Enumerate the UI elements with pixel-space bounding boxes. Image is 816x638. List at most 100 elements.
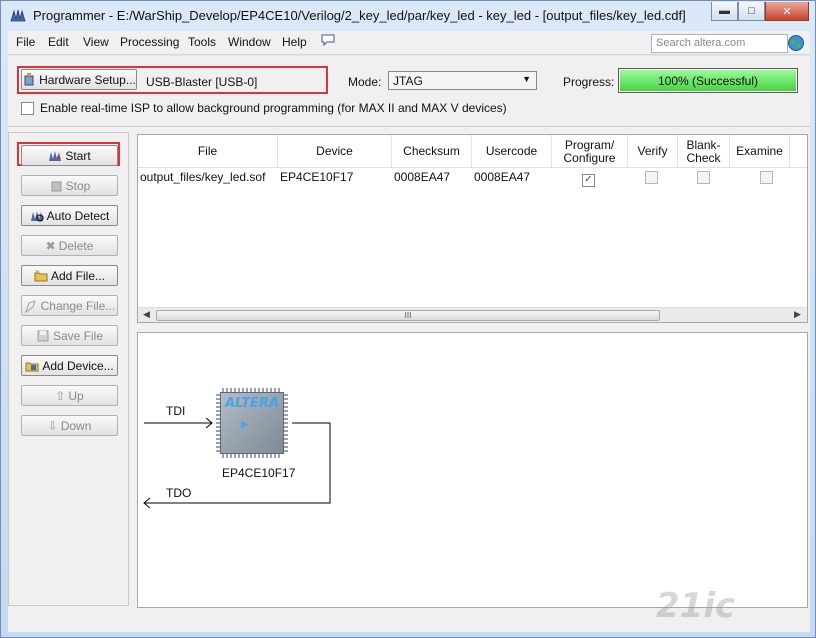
save-file-button[interactable]: Save File (21, 325, 118, 346)
window-controls: ▬ □ ✕ (711, 2, 809, 21)
auto-detect-button[interactable]: Auto Detect (21, 205, 118, 226)
cell-checksum: 0008EA47 (394, 170, 451, 184)
window-title: Programmer - E:/WarShip_Develop/EP4CE10/… (33, 8, 686, 23)
tdo-label: TDO (166, 486, 192, 500)
column-header-checksum[interactable]: Checksum (392, 135, 472, 168)
delete-label: Delete (58, 238, 94, 253)
column-header-file[interactable]: File (138, 135, 278, 168)
minimize-icon: ▬ (719, 5, 730, 17)
table-header: File Device Checksum Usercode Program/ C… (138, 135, 807, 168)
add-file-label: Add File... (50, 268, 106, 283)
tdi-label: TDI (166, 404, 186, 418)
add-file-button[interactable]: Add File... (21, 265, 118, 286)
client-area: Hardware Setup... USB-Blaster [USB-0] Mo… (8, 56, 810, 632)
add-file-icon (34, 269, 48, 281)
menu-help[interactable]: Help (282, 35, 307, 49)
menu-view[interactable]: View (83, 35, 109, 49)
save-file-icon (37, 330, 49, 341)
fpga-chip[interactable]: ALTERA ▶ (216, 388, 288, 458)
up-button[interactable]: ⇧ Up (21, 385, 118, 406)
blank-check-header-text: Blank- Check (686, 137, 721, 165)
hardware-value: USB-Blaster [USB-0] (146, 75, 258, 89)
auto-detect-icon (30, 210, 44, 222)
column-header-program-configure[interactable]: Program/ Configure (552, 135, 628, 168)
close-button[interactable]: ✕ (765, 2, 809, 21)
program-configure-checkbox[interactable]: ✓ (582, 171, 595, 187)
mode-label: Mode: (348, 75, 382, 89)
hardware-icon (24, 72, 34, 85)
close-icon: ✕ (782, 5, 792, 18)
menu-edit[interactable]: Edit (48, 35, 69, 49)
cell-device: EP4CE10F17 (280, 170, 354, 184)
down-icon: ⇩ (47, 418, 58, 433)
down-button[interactable]: ⇩ Down (21, 415, 118, 436)
programmer-window: Programmer - E:/WarShip_Develop/EP4CE10/… (0, 0, 816, 638)
save-file-label: Save File (52, 328, 104, 343)
start-icon (49, 150, 62, 161)
start-label: Start (65, 148, 91, 163)
menu-bar: File Edit View Processing Tools Window H… (8, 31, 810, 55)
scrollbar-thumb[interactable]: III (156, 310, 660, 321)
change-file-icon (24, 299, 36, 313)
horizontal-scrollbar[interactable]: ◀ III ▶ (138, 307, 807, 322)
mode-select[interactable]: JTAG ▼ (388, 71, 537, 90)
down-label: Down (60, 418, 92, 433)
isp-label: Enable real-time ISP to allow background… (40, 101, 507, 115)
stop-icon (51, 181, 62, 191)
isp-checkbox[interactable] (21, 101, 34, 115)
progress-text: 100% (Successful) (657, 73, 759, 88)
jtag-chain-diagram: TDI ALTERA ▶ EP4CE10F17 TDO (137, 332, 808, 608)
change-file-label: Change File... (40, 298, 116, 313)
maximize-icon: □ (748, 5, 755, 17)
hardware-setup-label: Hardware Setup... (39, 72, 136, 87)
globe-icon[interactable] (787, 34, 805, 52)
stop-button[interactable]: Stop (21, 175, 118, 196)
start-button[interactable]: Start (21, 145, 118, 166)
auto-detect-label: Auto Detect (46, 208, 110, 223)
chip-arrow-icon: ▶ (241, 419, 249, 430)
scroll-right-icon[interactable]: ▶ (794, 309, 801, 320)
column-header-examine[interactable]: Examine (730, 135, 790, 168)
toolbar-divider (8, 126, 810, 127)
delete-button[interactable]: ✖ Delete (21, 235, 118, 256)
altera-logo: ALTERA (225, 396, 280, 411)
maximize-button[interactable]: □ (738, 2, 765, 21)
scroll-left-icon[interactable]: ◀ (143, 309, 150, 320)
cell-usercode: 0008EA47 (474, 170, 531, 184)
help-chat-icon[interactable] (321, 33, 335, 50)
column-header-verify[interactable]: Verify (628, 135, 678, 168)
title-bar: Programmer - E:/WarShip_Develop/EP4CE10/… (1, 1, 815, 31)
column-header-blank-check[interactable]: Blank- Check (678, 135, 730, 168)
verify-checkbox[interactable] (645, 171, 658, 187)
up-label: Up (68, 388, 84, 403)
progress-bar: 100% (Successful) (618, 68, 798, 93)
examine-checkbox[interactable] (760, 171, 773, 187)
scroll-grip: III (404, 311, 412, 320)
search-input[interactable]: Search altera.com (651, 34, 788, 53)
hardware-setup-button[interactable]: Hardware Setup... (21, 69, 137, 90)
mode-value: JTAG (393, 74, 423, 88)
add-device-button[interactable]: Add Device... (21, 355, 118, 376)
programmer-app-icon (10, 9, 26, 22)
add-device-label: Add Device... (42, 358, 114, 373)
delete-icon: ✖ (45, 238, 56, 253)
program-configure-header-text: Program/ Configure (563, 137, 616, 165)
device-label: EP4CE10F17 (222, 466, 296, 480)
menu-file[interactable]: File (16, 35, 35, 49)
column-header-usercode[interactable]: Usercode (472, 135, 552, 168)
progress-label: Progress: (563, 75, 615, 89)
blank-check-checkbox[interactable] (697, 171, 710, 187)
watermark: 21ic (656, 586, 736, 626)
menu-tools[interactable]: Tools (188, 35, 216, 49)
column-header-device[interactable]: Device (278, 135, 392, 168)
menu-window[interactable]: Window (228, 35, 271, 49)
change-file-button[interactable]: Change File... (21, 295, 118, 316)
add-device-icon (25, 362, 39, 371)
progress-fill: 100% (Successful) (620, 70, 796, 91)
minimize-button[interactable]: ▬ (711, 2, 738, 21)
menu-processing[interactable]: Processing (120, 35, 179, 49)
file-table: File Device Checksum Usercode Program/ C… (137, 134, 808, 323)
up-icon: ⇧ (55, 388, 66, 403)
cell-file: output_files/key_led.sof (140, 170, 266, 184)
stop-label: Stop (65, 178, 91, 193)
